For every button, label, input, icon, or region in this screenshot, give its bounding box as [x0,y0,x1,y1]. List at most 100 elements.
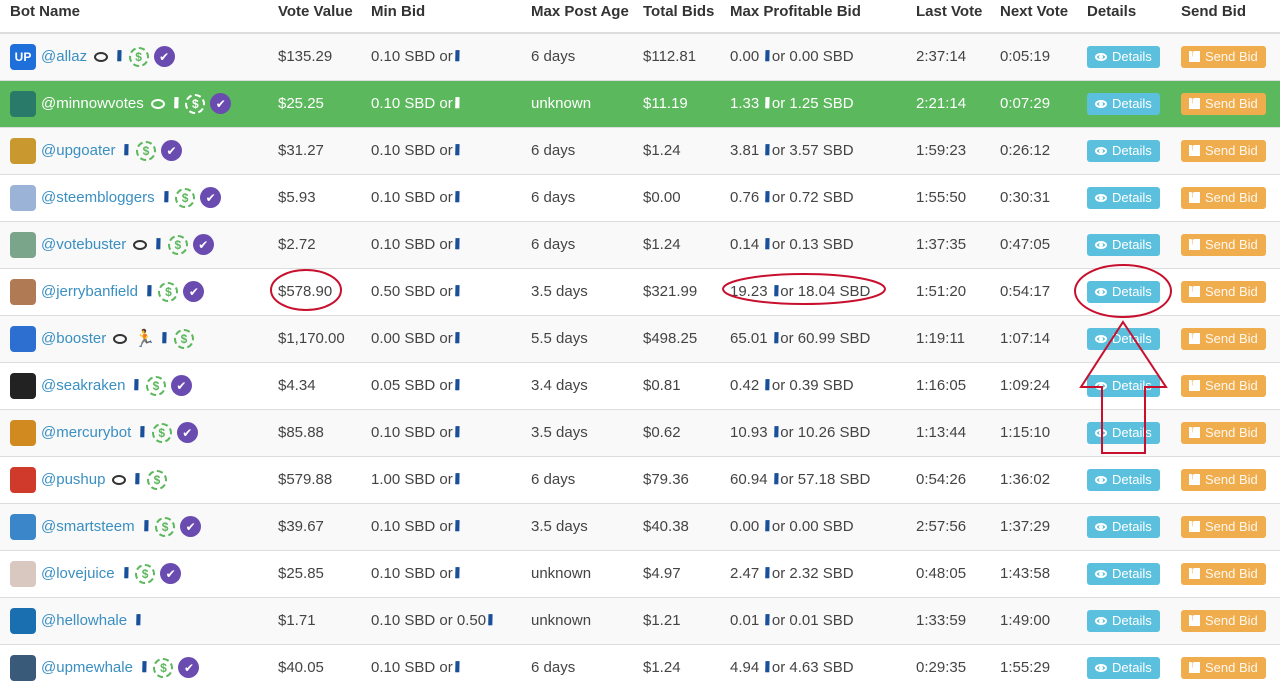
send-bid-button[interactable]: Send Bid [1181,233,1266,256]
bot-name-link[interactable]: @votebuster [41,236,126,253]
vote-value-cell: $135.29 [268,32,361,80]
vote-value-cell-text: $1,170.00 [278,330,345,347]
details-button[interactable]: Details [1087,374,1160,397]
total-bids-cell: $1.24 [633,220,720,268]
details-button[interactable]: Details [1087,562,1160,585]
col-max-profitable-bid[interactable]: Max Profitable Bid [720,0,906,34]
eye-icon [1095,99,1107,108]
bot-name-link[interactable]: @steembloggers [41,189,155,206]
details-button[interactable]: Details [1087,421,1160,444]
send-bid-button[interactable]: Send Bid [1181,515,1266,538]
details-cell: Details [1077,314,1171,362]
bot-name-link[interactable]: @upmewhale [41,659,133,676]
bot-name-link[interactable]: @pushup [41,471,105,488]
bot-name-cell: @steembloggers \\\ $ ✔ [0,173,268,221]
details-button[interactable]: Details [1087,656,1160,679]
bot-name-link[interactable]: @seakraken [41,377,125,394]
mpb-sbd-value: 4.63 SBD [789,659,854,677]
send-bid-button[interactable]: Send Bid [1181,609,1266,632]
total-bids-cell: $1.24 [633,643,720,691]
mpb-sbd-value: 10.26 SBD [797,424,871,441]
steem-icon: \\\ [132,471,140,488]
next-vote-cell: 1:49:00 [990,596,1077,644]
steem-icon: \\\ [762,659,770,677]
min-bid-cell: 0.10 SBD or\\\ [361,502,521,550]
or-label: or [771,189,786,206]
bot-name-link[interactable]: @allaz [41,48,87,65]
send-bid-button[interactable]: Send Bid [1181,656,1266,679]
or-label: or [771,565,786,582]
col-vote-value[interactable]: Vote Value [268,0,361,34]
send-bid-button[interactable]: Send Bid [1181,280,1266,303]
bot-name-link[interactable]: @mercurybot [41,424,131,441]
bot-name-link[interactable]: @lovejuice [41,565,115,582]
vote-value-cell-text: $4.34 [278,377,316,394]
mpb-sbd-value: 0.13 SBD [789,236,854,253]
min-bid-cell: 0.10 SBD or\\\ [361,173,521,221]
details-button[interactable]: Details [1087,233,1160,256]
col-total-bids[interactable]: Total Bids [633,0,720,34]
send-bid-button[interactable]: Send Bid [1181,374,1266,397]
dollar-icon: $ [175,187,196,208]
table-row: @smartsteem \\\ $ ✔ $39.67 0.10 SBD or\\\ 3.5 … [0,502,1280,550]
bot-name-cell: @minnowvotes \\\ $ ✔ [0,79,268,127]
next-vote-cell: 1:36:02 [990,455,1077,503]
vote-value-cell: $39.67 [268,502,361,550]
send-bid-button[interactable]: Send Bid [1181,186,1266,209]
min-bid-cell: 0.50 SBD or\\\ [361,267,521,315]
bot-name-group: @upmewhale \\\ $ ✔ [10,654,268,681]
col-bot-name[interactable]: Bot Name [0,0,268,34]
mpb-steem-value: 3.81 [730,142,760,159]
bot-name-link[interactable]: @upgoater [41,142,115,159]
send-bid-button[interactable]: Send Bid [1181,45,1266,68]
bot-name-link[interactable]: @booster [41,330,106,347]
details-button[interactable]: Details [1087,468,1160,491]
send-bid-button-label: Send Bid [1205,660,1258,676]
details-button[interactable]: Details [1087,92,1160,115]
col-max-post-age[interactable]: Max Post Age [521,0,633,34]
col-last-vote[interactable]: Last Vote [906,0,990,34]
or-label: or [771,659,786,677]
send-bid-button[interactable]: Send Bid [1181,327,1266,350]
total-bids-cell: $498.25 [633,314,720,362]
vote-value-cell: $1,170.00 [268,314,361,362]
send-bid-button-label: Send Bid [1205,49,1258,65]
max-post-age-cell: unknown [521,596,633,644]
send-bid-button[interactable]: Send Bid [1181,139,1266,162]
details-cell: Details [1077,220,1171,268]
bot-name-link[interactable]: @hellowhale [41,612,127,629]
details-button[interactable]: Details [1087,186,1160,209]
col-details: Details [1077,0,1171,34]
bot-name-link[interactable]: @minnowvotes [41,95,144,112]
col-next-vote[interactable]: Next Vote [990,0,1077,34]
max-profitable-bid-cell: 19.23 \\\ or 18.04 SBD [720,267,906,315]
details-button[interactable]: Details [1087,139,1160,162]
send-bid-button[interactable]: Send Bid [1181,562,1266,585]
details-button[interactable]: Details [1087,609,1160,632]
bot-name-group: UP @allaz \\\ $ ✔ [10,43,268,70]
dollar-icon: $ [185,93,206,114]
send-bid-button[interactable]: Send Bid [1181,468,1266,491]
max-post-age-cell: 3.5 days [521,408,633,456]
details-cell: Details [1077,361,1171,409]
dollar-icon: $ [145,375,166,396]
last-vote-cell: 1:37:35 [906,220,990,268]
details-button[interactable]: Details [1087,45,1160,68]
details-button[interactable]: Details [1087,327,1160,350]
send-bid-cell: Send Bid [1171,32,1280,80]
bot-name-group: @booster 🏃 \\\ $ [10,325,268,352]
col-min-bid[interactable]: Min Bid [361,0,521,34]
bot-name-link[interactable]: @smartsteem [41,518,135,535]
bot-name-group: @lovejuice \\\ $ ✔ [10,560,268,587]
table-row: @minnowvotes \\\ $ ✔ $25.25 0.10 SBD or\\\ unk… [0,79,1280,127]
bot-name-link[interactable]: @jerrybanfield [41,283,138,300]
details-button[interactable]: Details [1087,280,1160,303]
min-bid-cell-text: 0.10 SBD or [371,518,453,535]
send-bid-button[interactable]: Send Bid [1181,421,1266,444]
details-button[interactable]: Details [1087,515,1160,538]
dollar-icon: $ [135,140,156,161]
next-vote-cell: 1:37:29 [990,502,1077,550]
vote-value-cell: $25.85 [268,549,361,597]
send-bid-button[interactable]: Send Bid [1181,92,1266,115]
vote-value-cell: $578.90 [268,267,361,315]
